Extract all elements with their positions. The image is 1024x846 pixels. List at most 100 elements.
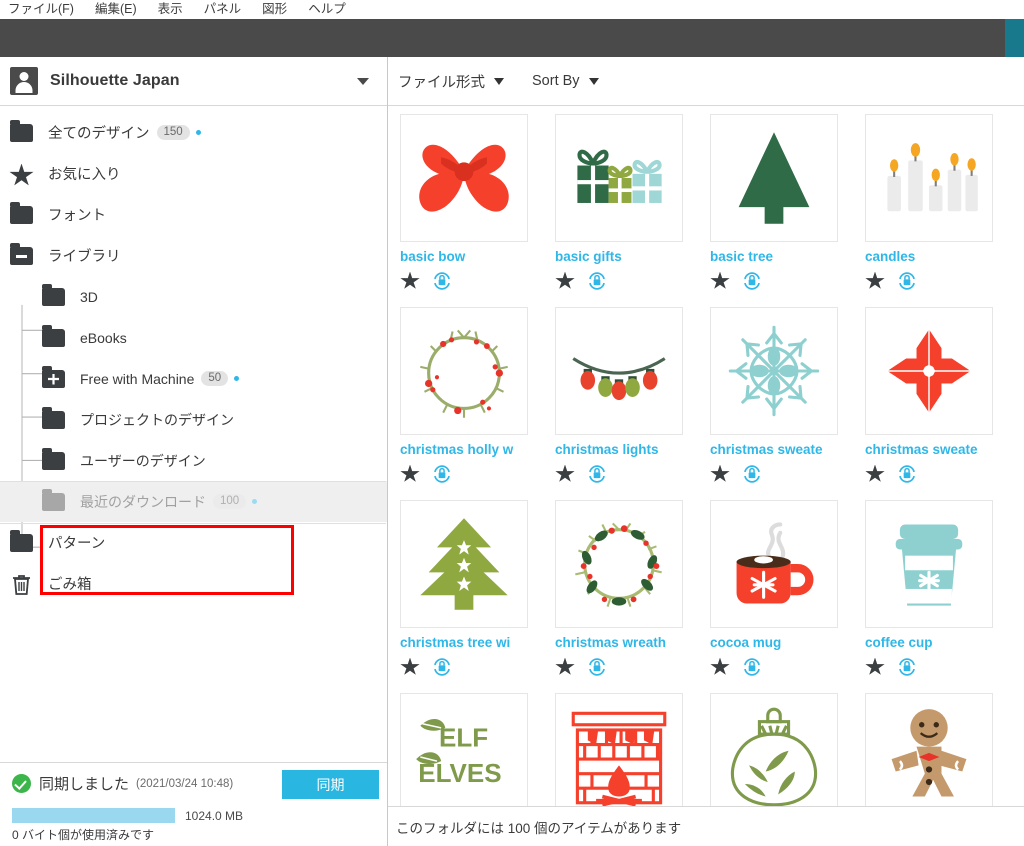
design-thumbnail[interactable] [555,307,683,435]
sort-by-dropdown[interactable]: Sort By [532,73,599,89]
star-icon[interactable] [710,657,730,675]
design-actions [710,464,865,484]
svg-text:ELVES: ELVES [418,758,501,788]
lock-icon[interactable] [587,657,607,677]
menu-edit[interactable]: 編集(E) [95,0,148,19]
tree-item-project-designs[interactable]: プロジェクトのデザイン [0,399,387,440]
star-icon[interactable] [400,464,420,482]
menu-view[interactable]: 表示 [158,0,194,19]
design-thumbnail[interactable] [400,114,528,242]
file-format-dropdown[interactable]: ファイル形式 [398,71,504,92]
lock-icon[interactable] [432,657,452,677]
design-cell[interactable]: candles [865,114,1020,307]
design-thumbnail[interactable] [710,114,838,242]
tree-item-patterns[interactable]: パターン [0,522,387,563]
design-cell[interactable]: christmas sweate [865,307,1020,500]
lock-icon[interactable] [742,657,762,677]
lock-icon[interactable] [432,271,452,291]
design-cell[interactable]: christmas lights [555,307,710,500]
design-cell[interactable]: ELF ELVES [400,693,555,806]
folder-icon [40,324,68,350]
design-thumbnail[interactable] [555,693,683,806]
star-icon[interactable] [555,464,575,482]
chevron-down-icon[interactable] [357,77,369,85]
design-cell[interactable] [555,693,710,806]
lock-icon[interactable] [587,271,607,291]
design-cell[interactable]: cocoa mug [710,500,865,693]
design-cell[interactable]: christmas tree wi [400,500,555,693]
design-cell[interactable]: basic tree [710,114,865,307]
lock-icon[interactable] [587,464,607,484]
design-thumbnail[interactable] [400,307,528,435]
design-cell[interactable]: christmas sweate [710,307,865,500]
folder-plus-icon[interactable] [42,365,65,388]
design-cell[interactable]: coffee cup [865,500,1020,693]
design-cell[interactable]: basic bow [400,114,555,307]
tree-item-label: ごみ箱 [48,577,92,593]
design-thumbnail[interactable] [400,500,528,628]
lock-icon[interactable] [897,657,917,677]
design-thumbnail[interactable] [555,500,683,628]
folder-minus-icon[interactable] [10,242,33,265]
design-thumbnail[interactable] [710,500,838,628]
menu-panel[interactable]: パネル [204,0,253,19]
design-thumbnail[interactable] [710,307,838,435]
tree-item-user-designs[interactable]: ユーザーのデザイン [0,440,387,481]
star-icon[interactable] [710,271,730,289]
design-thumbnail[interactable] [865,500,993,628]
folder-icon [8,529,36,555]
design-thumbnail[interactable] [865,693,993,806]
design-thumbnail[interactable]: ELF ELVES [400,693,528,806]
tree-item-label: プロジェクトのデザイン [80,411,234,428]
design-actions [555,464,710,484]
lock-icon[interactable] [742,271,762,291]
tree-item-label: 最近のダウンロード [80,493,206,510]
star-icon[interactable] [555,271,575,289]
star-icon[interactable] [865,464,885,482]
lock-icon[interactable] [897,464,917,484]
star-icon[interactable] [865,271,885,289]
folder-plus-icon [40,365,68,391]
design-thumbnail[interactable] [865,307,993,435]
tree-item-recent-downloads[interactable]: 最近のダウンロード 100 [0,481,387,524]
tree-item-ebooks[interactable]: eBooks [0,317,387,358]
star-icon[interactable] [400,657,420,675]
design-cell[interactable] [710,693,865,806]
sync-button[interactable]: 同期 [282,770,379,799]
tree-item-free-with-machine[interactable]: Free with Machine 50 [0,358,387,399]
star-icon[interactable] [400,271,420,289]
design-cell[interactable] [865,693,1020,806]
design-cell[interactable]: christmas holly w [400,307,555,500]
star-icon[interactable] [710,464,730,482]
tree-item-3d[interactable]: 3D [0,276,387,317]
lock-icon[interactable] [432,464,452,484]
tree-item-all-designs[interactable]: 全てのデザイン 150 [0,112,387,153]
lock-icon[interactable] [897,271,917,291]
tree-item-trash[interactable]: ごみ箱 [0,563,387,604]
sort-by-label: Sort By [532,73,580,89]
design-grid-scroll[interactable]: basic bow basic gifts basic tree candles chr… [388,106,1024,806]
design-title: christmas sweate [710,442,823,457]
design-thumbnail[interactable] [865,114,993,242]
tree-item-fonts[interactable]: フォント [0,194,387,235]
design-title: christmas wreath [555,635,667,650]
folder-icon [42,283,65,306]
lock-icon[interactable] [742,464,762,484]
folder-icon [40,283,68,309]
account-header[interactable]: Silhouette Japan [0,57,387,106]
design-cell[interactable]: basic gifts [555,114,710,307]
menu-shape[interactable]: 図形 [262,0,298,19]
design-thumbnail[interactable] [555,114,683,242]
design-thumbnail[interactable] [710,693,838,806]
tree-item-label: パターン [48,536,106,552]
star-icon[interactable] [865,657,885,675]
design-cell[interactable]: christmas wreath [555,500,710,693]
star-icon[interactable] [555,657,575,675]
silhouette-studio-window: ファイル(F) 編集(E) 表示 パネル 図形 ヘルプ Silhouette Japan … [0,0,1024,846]
menu-help[interactable]: ヘルプ [308,0,357,19]
menu-file[interactable]: ファイル(F) [8,0,85,19]
tree-item-favorites[interactable]: お気に入り [0,153,387,194]
design-actions [555,657,710,677]
tree-item-count-badge: 50 [201,371,229,386]
tree-item-library[interactable]: ライブラリ [0,235,387,276]
